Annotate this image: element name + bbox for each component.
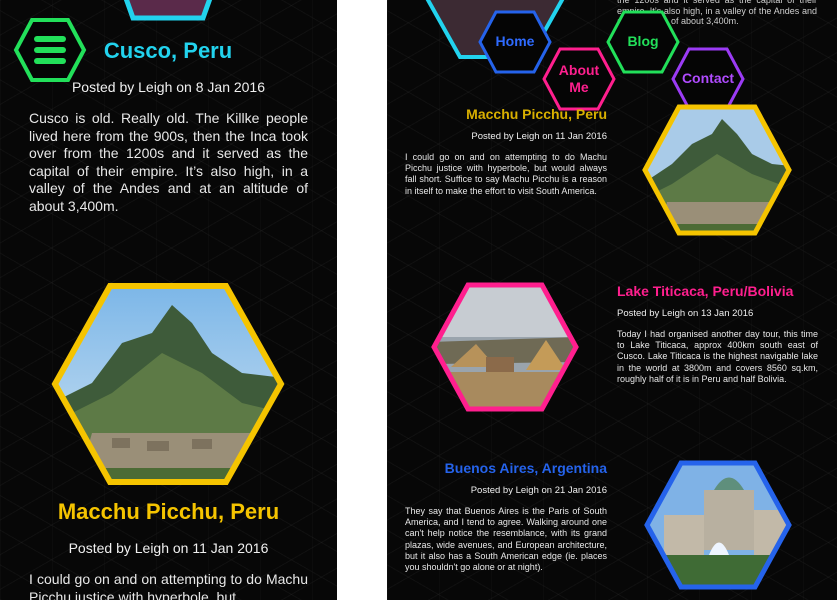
machu-picchu-image-hexagon[interactable] bbox=[51, 283, 285, 485]
post-title-cusco[interactable]: Cusco, Peru bbox=[98, 38, 238, 64]
desktop-view-pane: the 1200s and it served as the capital o… bbox=[387, 0, 837, 600]
post-body-machu-picchu: I could go on and on attempting to do Ma… bbox=[29, 571, 308, 600]
post-meta-machu-picchu: Posted by Leigh on 11 Jan 2016 bbox=[68, 540, 269, 556]
post-body-buenos-aires: They say that Buenos Aires is the Paris … bbox=[405, 506, 607, 573]
nav-contact[interactable]: Contact bbox=[671, 47, 745, 111]
post-title-lake-titicaca[interactable]: Lake Titicaca, Peru/Bolivia bbox=[617, 283, 827, 299]
cusco-image-hexagon bbox=[88, 0, 248, 21]
machu-picchu-image-hexagon[interactable] bbox=[642, 104, 792, 236]
post-meta-machu-picchu: Posted by Leigh on 11 Jan 2016 bbox=[471, 131, 607, 142]
post-meta-cusco: Posted by Leigh on 8 Jan 2016 bbox=[71, 79, 266, 95]
nav-blog[interactable]: Blog bbox=[606, 10, 680, 74]
nav-home-label[interactable]: Home bbox=[478, 33, 552, 49]
nav-home[interactable]: Home bbox=[478, 10, 552, 74]
hamburger-menu-icon bbox=[34, 36, 66, 64]
post-meta-buenos-aires: Posted by Leigh on 21 Jan 2016 bbox=[470, 485, 607, 496]
buenos-aires-image-hexagon[interactable] bbox=[644, 460, 792, 590]
post-body-lake-titicaca: Today I had organised another day tour, … bbox=[617, 329, 818, 384]
post-title-machu-picchu[interactable]: Macchu Picchu, Peru bbox=[405, 106, 607, 122]
nav-about-label[interactable]: About Me bbox=[554, 62, 604, 96]
menu-toggle-button[interactable] bbox=[13, 18, 87, 82]
mobile-view-pane: Cusco, Peru Posted by Leigh on 8 Jan 201… bbox=[0, 0, 337, 600]
post-title-buenos-aires[interactable]: Buenos Aires, Argentina bbox=[405, 460, 607, 476]
nav-blog-label[interactable]: Blog bbox=[606, 33, 680, 49]
post-meta-lake-titicaca: Posted by Leigh on 13 Jan 2016 bbox=[617, 308, 754, 319]
post-title-machu-picchu[interactable]: Macchu Picchu, Peru bbox=[0, 499, 337, 525]
nav-contact-label[interactable]: Contact bbox=[671, 70, 745, 86]
post-body-cusco: Cusco is old. Really old. The Killke peo… bbox=[29, 110, 308, 214]
nav-about-me[interactable]: About Me bbox=[542, 47, 616, 111]
lake-titicaca-image-hexagon[interactable] bbox=[431, 282, 579, 412]
post-body-machu-picchu: I could go on and on attempting to do Ma… bbox=[405, 152, 607, 196]
